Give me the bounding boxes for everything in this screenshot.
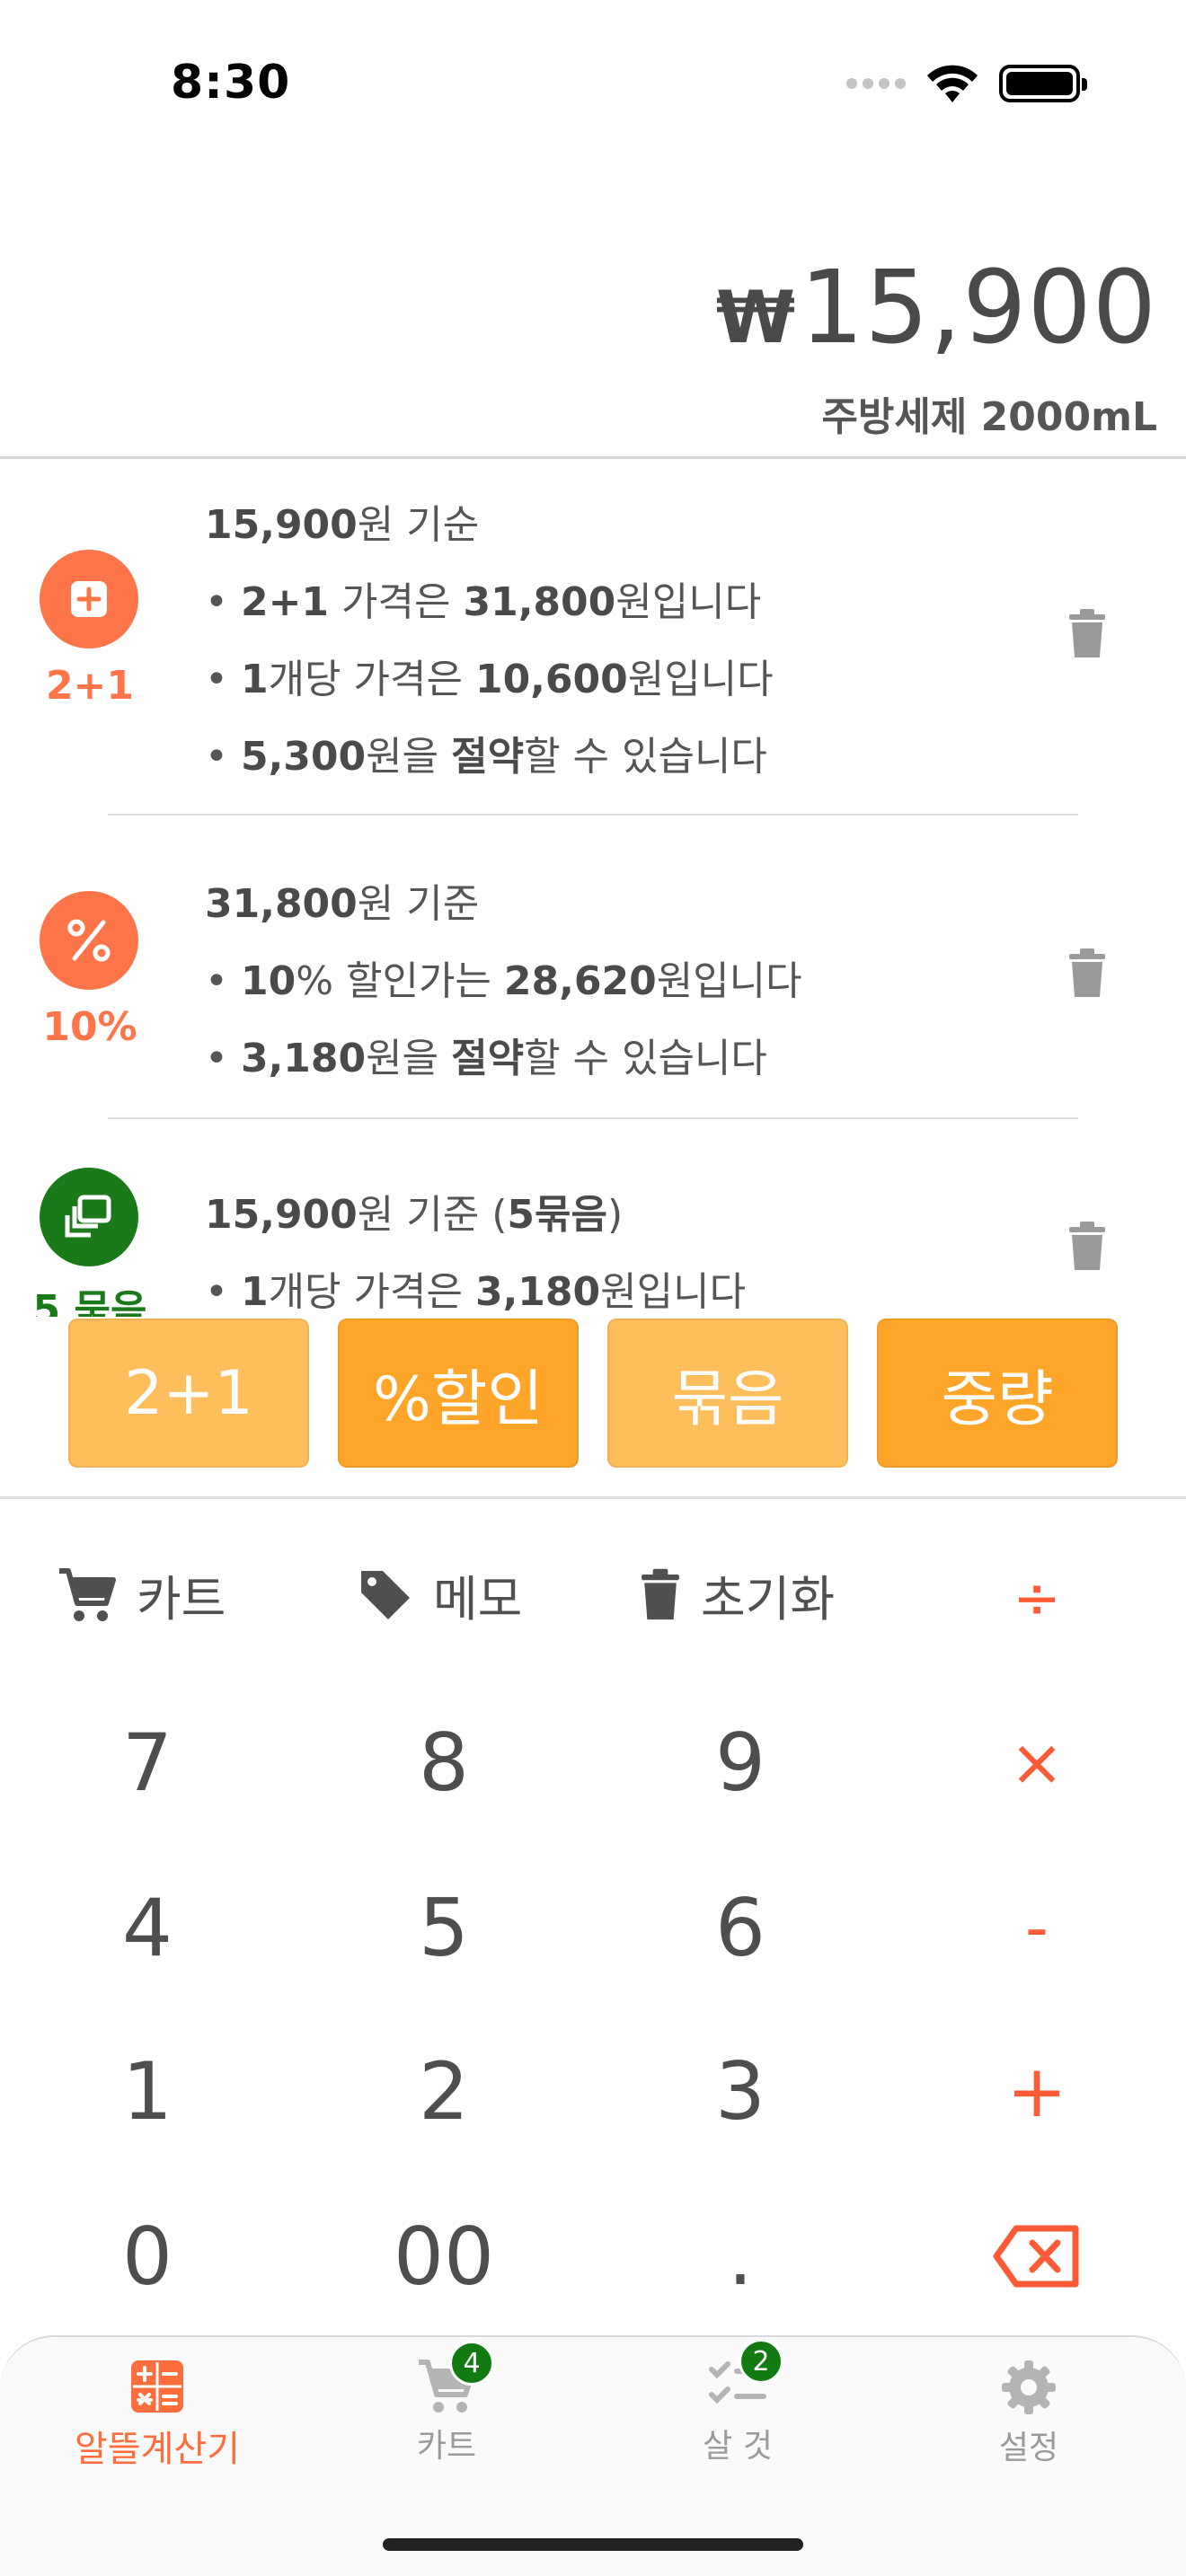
card-line: • 3,180원을 절약할 수 있습니다 [205,1036,767,1081]
card-divider [108,1117,1078,1119]
memo-button[interactable]: 메모 [358,1559,522,1630]
multiply-key[interactable]: × [947,1699,1127,1825]
tab-calculator[interactable]: 알뜰계산기 [9,2359,305,2472]
key-1[interactable]: 1 [58,2028,237,2154]
plus-square-icon [40,550,138,648]
calculator-icon [131,2360,183,2413]
tab-label: 알뜰계산기 [75,2429,240,2470]
card-divider [108,814,1078,816]
key-4[interactable]: 4 [58,1865,237,1990]
key-5[interactable]: 5 [354,1865,534,1990]
key-3[interactable]: 3 [651,2028,830,2154]
mode-2plus1-button[interactable]: 2+1 [68,1319,309,1468]
plus-key[interactable]: + [947,2028,1127,2154]
tab-label: 카트 [416,2428,477,2465]
card-line: • 5,300원을 절약할 수 있습니다 [205,734,767,780]
status-time: 8:30 [171,56,291,110]
card-line: • 1개당 가격은 3,180원입니다 [205,1269,747,1315]
key-7[interactable]: 7 [58,1699,237,1825]
home-indicator [383,2538,803,2551]
card-line: • 1개당 가격은 10,600원입니다 [205,657,774,702]
cart-label: 카트 [137,1571,226,1628]
reset-label: 초기화 [701,1571,836,1628]
display-amount: ₩15,900 [715,250,1157,366]
mode-percent-button[interactable]: %할인 [338,1319,579,1468]
key-00[interactable]: 00 [354,2193,534,2319]
trash-icon[interactable] [1067,609,1107,659]
signal-icon [846,78,906,89]
badge-label: 2+1 [45,663,135,709]
minus-key[interactable]: - [947,1865,1127,1990]
badge-label: 5 묶음 [32,1287,147,1317]
tag-icon [361,1570,410,1619]
tab-label: 살 것 [703,2428,773,2465]
badge-label: 10% [42,1004,137,1050]
tab-cart[interactable]: 카트 [298,2359,595,2466]
percent-icon [40,891,138,990]
mode-weight-button[interactable]: 중량 [877,1319,1118,1468]
shopping-count-badge: 2 [739,2339,783,2384]
bundle-icon [40,1168,138,1266]
tab-label: 설정 [998,2430,1059,2466]
memo-label: 메모 [433,1571,523,1628]
item-name[interactable]: 주방세제 2000mL [821,384,1157,442]
tab-settings[interactable]: 설정 [881,2359,1177,2468]
key-decimal[interactable]: . [651,2193,830,2319]
card-line: • 2+1 가격은 31,800원입니다 [205,579,762,625]
card-clip: 5 묶음 15,900원 기준 (5묶음) • 1개당 가격은 3,180원입니… [0,1123,1186,1317]
key-6[interactable]: 6 [651,1865,830,1990]
card-base: 15,900원 기준 (5묶음) [205,1192,624,1238]
trash-icon [642,1568,679,1619]
cart-icon [59,1567,116,1621]
backspace-key[interactable] [947,2193,1127,2319]
battery-icon [999,65,1087,102]
gear-icon [1002,2360,1056,2414]
trash-icon[interactable] [1067,1222,1107,1272]
key-9[interactable]: 9 [651,1699,830,1825]
trash-icon[interactable] [1067,948,1107,999]
key-2[interactable]: 2 [354,2028,534,2154]
keypad-divider [0,1496,1186,1499]
display-divider [0,456,1186,459]
backspace-icon [993,2225,1079,2288]
card-base: 31,800원 기준 [205,881,480,927]
tab-shopping-list[interactable]: 살 것 [589,2359,886,2466]
mode-bundle-button[interactable]: 묶음 [607,1319,848,1468]
cart-button[interactable]: 카트 [58,1559,226,1630]
key-0[interactable]: 0 [58,2193,237,2319]
cart-count-badge: 4 [449,2341,494,2386]
key-8[interactable]: 8 [354,1699,534,1825]
wifi-icon [927,65,978,102]
divide-key[interactable]: ÷ [947,1536,1127,1662]
card-base: 15,900원 기순 [205,502,480,548]
reset-button[interactable]: 초기화 [640,1559,835,1630]
status-icons [846,63,1087,104]
card-line: • 10% 할인가는 28,620원입니다 [205,958,802,1004]
